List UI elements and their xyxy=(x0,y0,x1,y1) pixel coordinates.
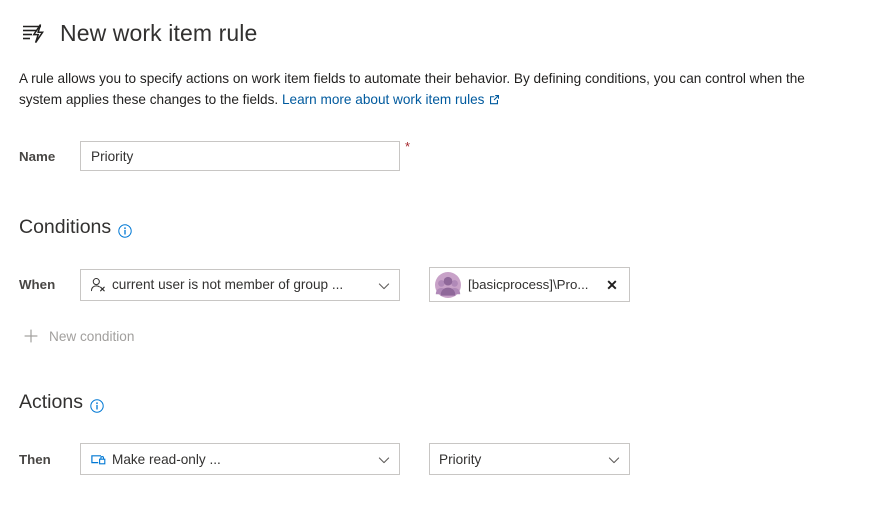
actions-section-heading: Actions xyxy=(19,391,869,414)
new-condition-button[interactable]: New condition xyxy=(19,325,169,347)
then-label: Then xyxy=(19,452,80,467)
when-condition-row: When current user is not member of group… xyxy=(19,267,869,302)
close-icon[interactable]: ✕ xyxy=(601,272,623,298)
group-avatar-icon xyxy=(435,272,461,298)
condition-type-dropdown[interactable]: current user is not member of group ... xyxy=(80,269,400,301)
info-icon[interactable] xyxy=(118,221,132,235)
rule-lightning-icon xyxy=(19,18,49,48)
external-link-icon xyxy=(489,90,500,101)
group-identity-chip[interactable]: [basicprocess]\Pro... ✕ xyxy=(429,267,630,302)
when-label: When xyxy=(19,277,80,292)
action-type-value: Make read-only ... xyxy=(112,452,370,467)
name-label: Name xyxy=(19,149,80,164)
info-icon[interactable] xyxy=(90,396,104,410)
chevron-down-icon xyxy=(378,279,390,291)
read-only-field-icon xyxy=(90,451,106,467)
action-field-dropdown[interactable]: Priority xyxy=(429,443,630,475)
condition-type-value: current user is not member of group ... xyxy=(112,277,370,292)
actions-heading-label: Actions xyxy=(19,391,83,414)
learn-more-link[interactable]: Learn more about work item rules xyxy=(282,92,485,107)
chevron-down-icon xyxy=(608,453,620,465)
rule-name-input[interactable] xyxy=(80,141,400,171)
conditions-section-heading: Conditions xyxy=(19,216,869,239)
action-field-value: Priority xyxy=(439,452,600,467)
panel-description: A rule allows you to specify actions on … xyxy=(19,68,843,110)
then-action-row: Then Make read-only ... Priority xyxy=(19,443,869,475)
panel-header: New work item rule xyxy=(0,0,869,48)
chevron-down-icon xyxy=(378,453,390,465)
required-asterisk: * xyxy=(405,142,410,152)
name-field-row: Name * xyxy=(19,141,869,171)
new-condition-label: New condition xyxy=(49,329,134,344)
group-identity-name: [basicprocess]\Pro... xyxy=(468,277,601,292)
page-title: New work item rule xyxy=(60,18,257,48)
conditions-heading-label: Conditions xyxy=(19,216,111,239)
person-remove-icon xyxy=(90,277,106,293)
action-type-dropdown[interactable]: Make read-only ... xyxy=(80,443,400,475)
new-work-item-rule-panel: New work item rule A rule allows you to … xyxy=(0,0,869,513)
plus-icon xyxy=(23,328,39,344)
